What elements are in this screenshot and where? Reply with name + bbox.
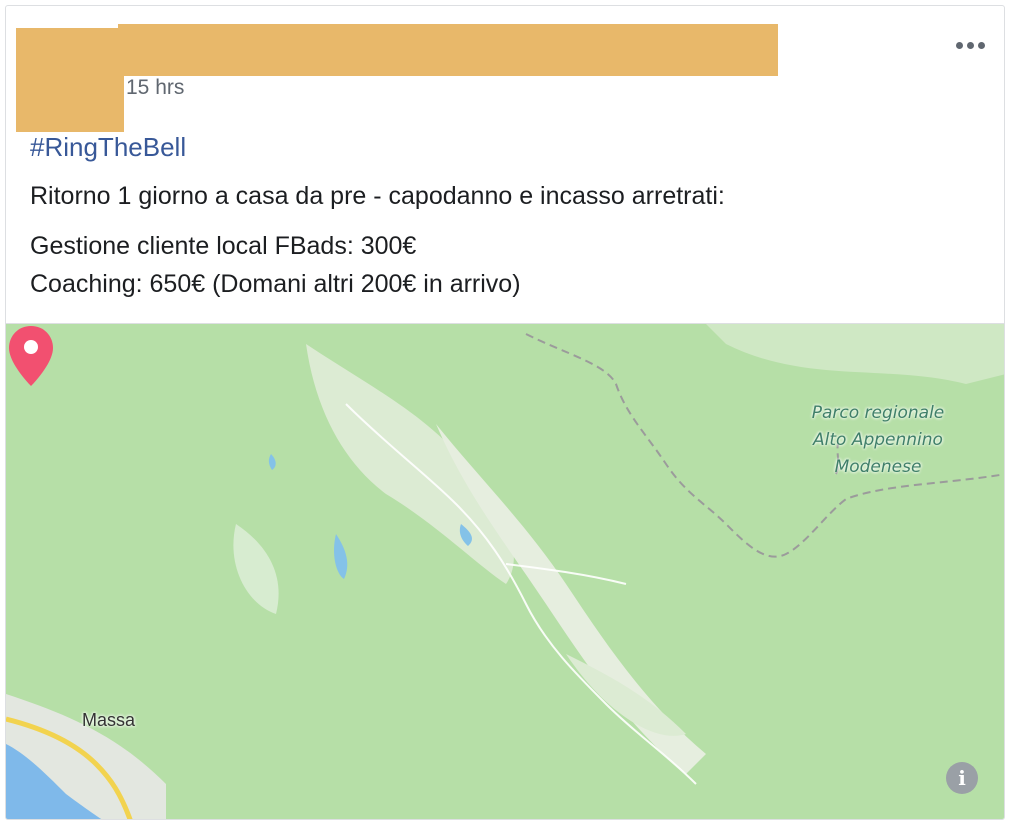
dot xyxy=(966,41,974,49)
info-icon[interactable]: i xyxy=(946,762,978,794)
dot xyxy=(977,41,985,49)
dot xyxy=(955,41,963,49)
post-text-line: Gestione cliente local FBads: 300€ xyxy=(30,232,417,260)
post-timestamp[interactable]: 15 hrs xyxy=(126,76,184,100)
post-text-line: Ritorno 1 giorno a casa da pre - capodan… xyxy=(30,182,725,210)
redacted-author-name xyxy=(118,24,778,76)
redacted-avatar xyxy=(16,28,124,132)
post-card: 15 hrs #RingTheBell Ritorno 1 giorno a c… xyxy=(5,5,1005,820)
post-text-line: Coaching: 650€ (Domani altri 200€ in arr… xyxy=(30,270,521,298)
city-label: Massa xyxy=(82,710,136,730)
map-terrain xyxy=(6,324,1004,819)
hashtag-link[interactable]: #RingTheBell xyxy=(30,132,186,163)
park-label: Parco regionale Alto Appennino Modenese xyxy=(811,403,945,477)
map-pin-icon[interactable] xyxy=(6,324,56,388)
location-map[interactable]: Parco regionale Alto Appennino Modenese … xyxy=(6,323,1004,819)
more-options-icon[interactable] xyxy=(950,30,990,60)
